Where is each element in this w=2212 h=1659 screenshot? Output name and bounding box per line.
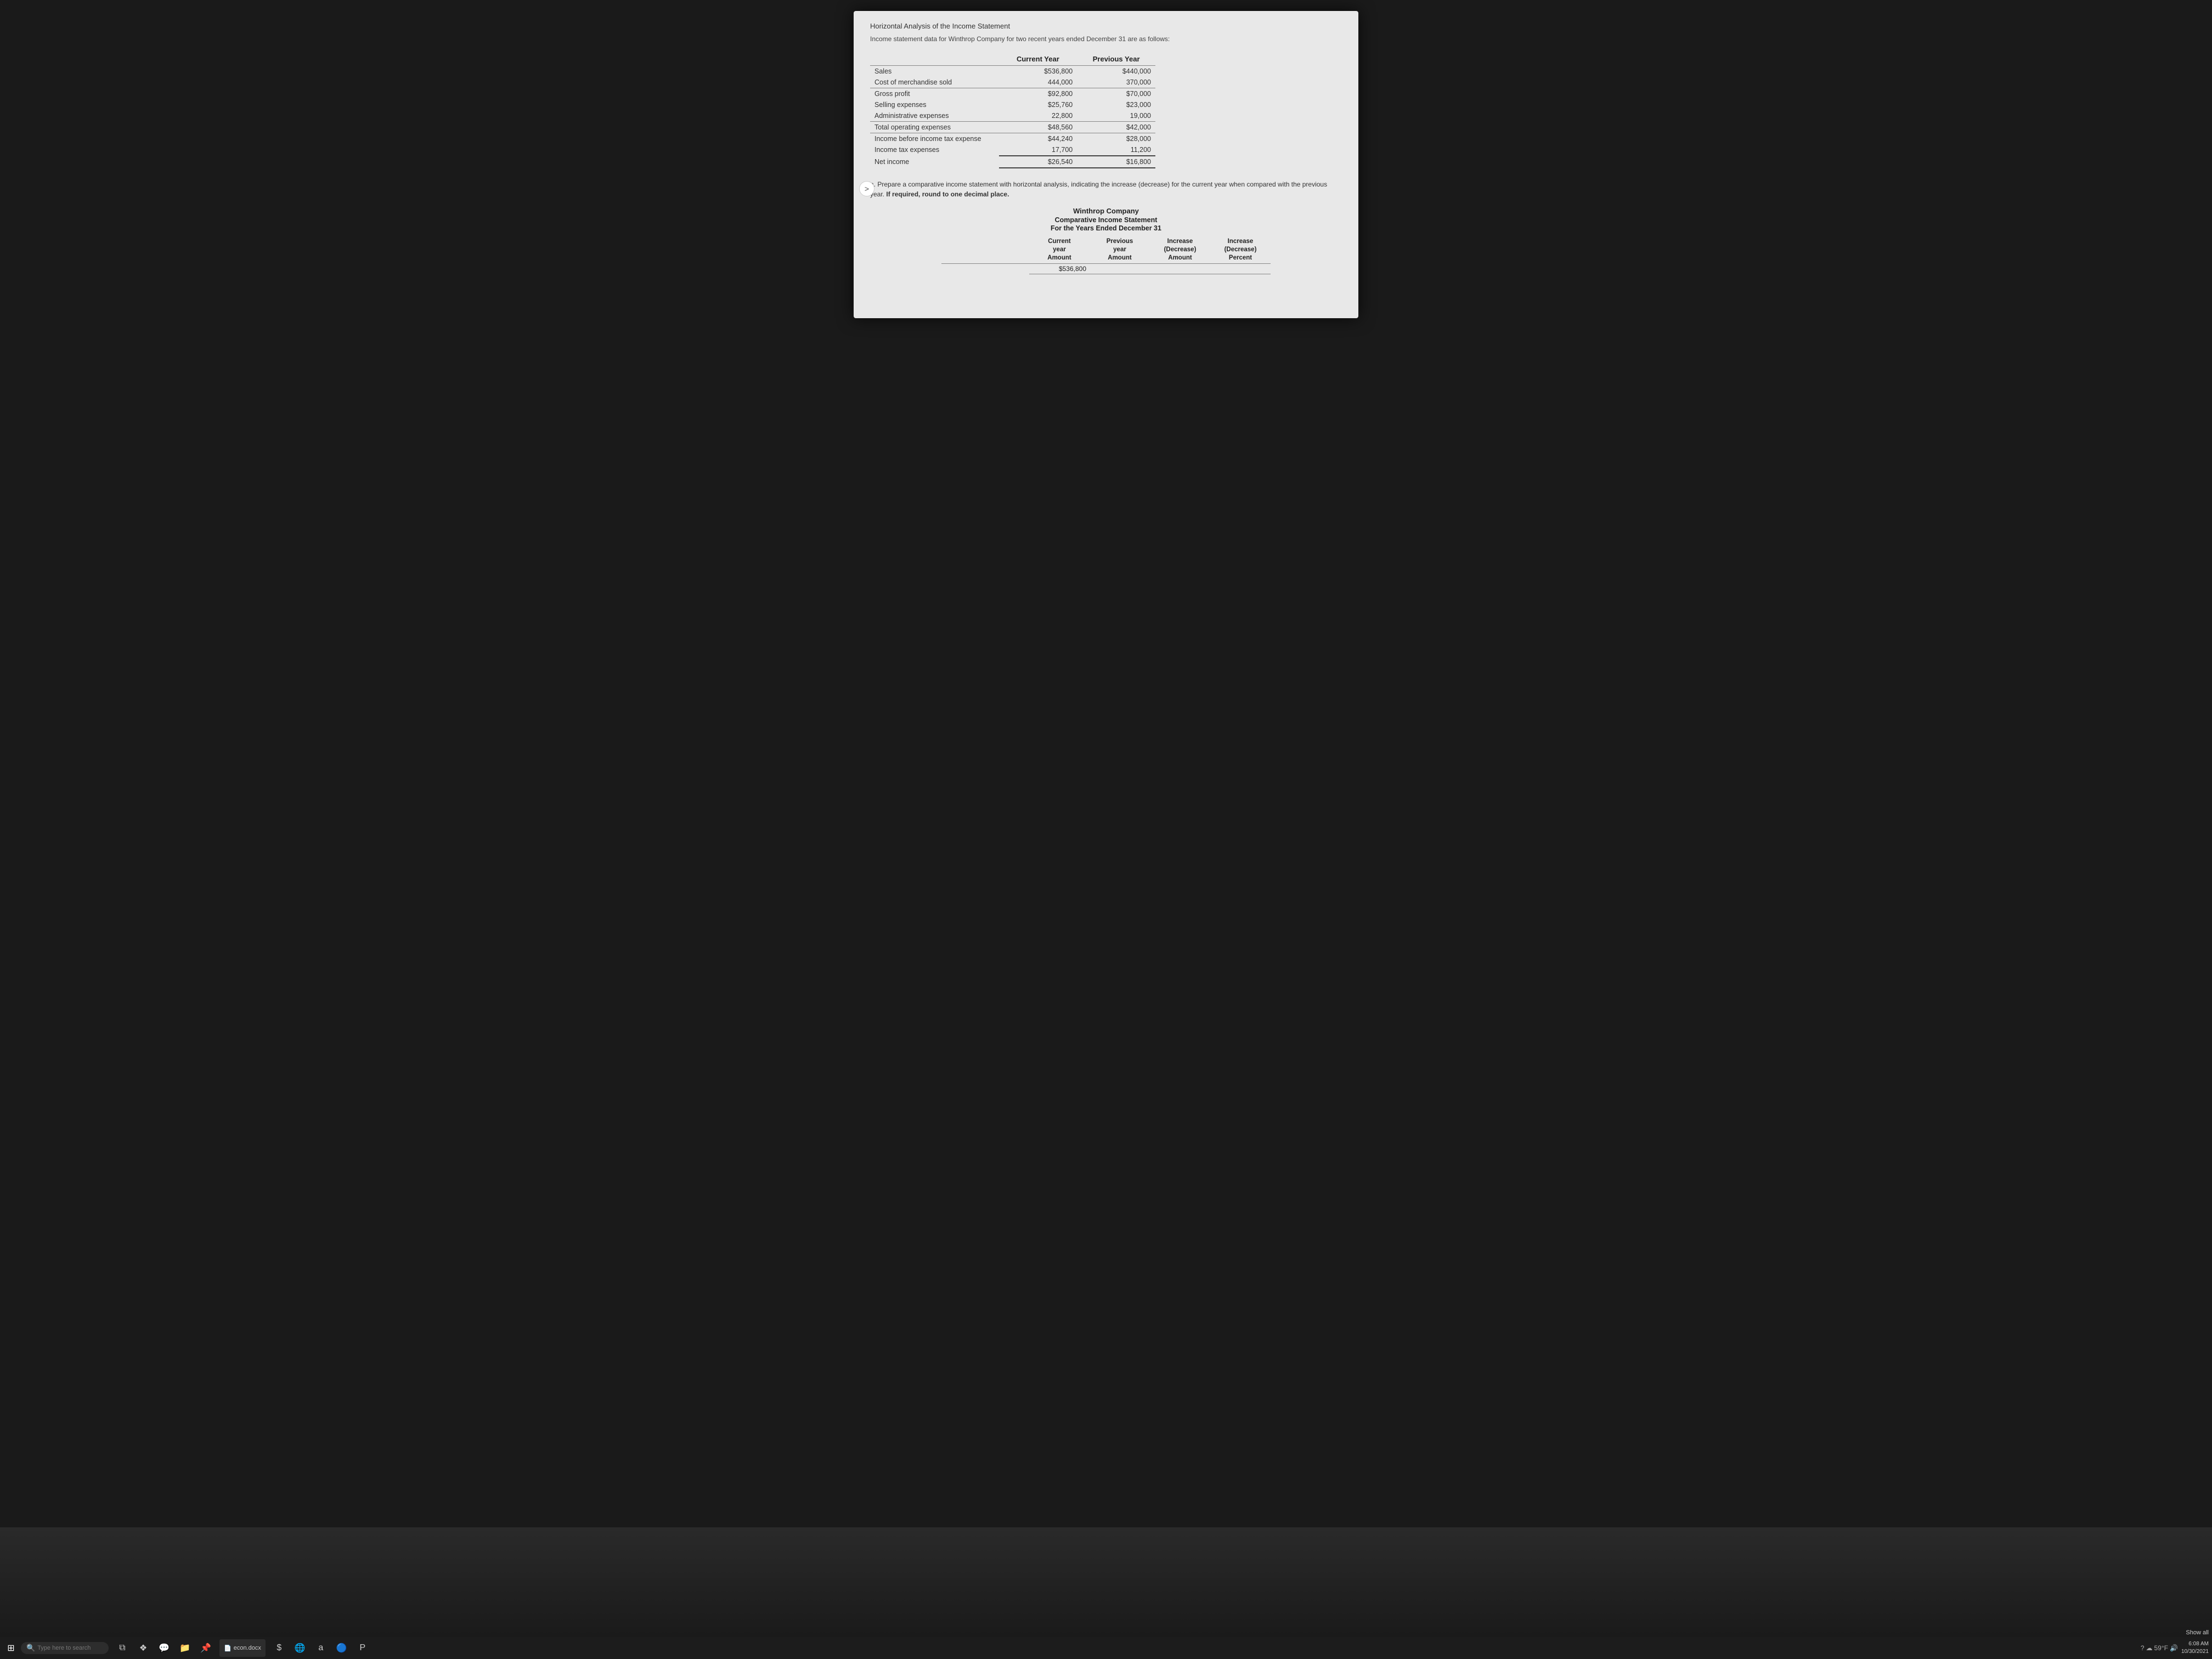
row-label-8: Net income [870, 156, 999, 168]
income-statement-table: Current Year Previous Year Sales$536,800… [870, 53, 1155, 168]
chat-button[interactable]: 💬 [155, 1639, 173, 1657]
pin6-button[interactable]: P [353, 1639, 372, 1657]
comp-col3-header: Increase(Decrease)Amount [1150, 236, 1210, 263]
search-icon: 🔍 [26, 1644, 35, 1652]
row-label-4: Administrative expenses [870, 110, 999, 122]
comp-col1-header: CurrentyearAmount [1029, 236, 1090, 263]
row-label-7: Income tax expenses [870, 144, 999, 156]
pin2-button[interactable]: $ [270, 1639, 289, 1657]
row-current-7: 17,700 [999, 144, 1077, 156]
table-row: $536,800 [941, 263, 1271, 274]
instruction-text: a. Prepare a comparative income statemen… [870, 179, 1342, 199]
row-current-1: 444,000 [999, 77, 1077, 88]
doc-icon: 📄 [224, 1645, 232, 1652]
row-current-5: $48,560 [999, 121, 1077, 133]
row-label-1: Cost of merchandise sold [870, 77, 999, 88]
comparative-section: Winthrop Company Comparative Income Stat… [870, 207, 1342, 274]
page-subtitle: Income statement data for Winthrop Compa… [870, 35, 1342, 44]
row-previous-6: $28,000 [1077, 133, 1155, 144]
comp-company: Winthrop Company [870, 207, 1342, 215]
keyboard-area [0, 1527, 2212, 1637]
clock-date: 10/30/2021 [2181, 1648, 2209, 1656]
col-label-header [870, 53, 999, 66]
search-input[interactable] [37, 1645, 103, 1651]
task-view-button[interactable]: ⧉ [113, 1639, 132, 1657]
pin1-button[interactable]: 📌 [196, 1639, 215, 1657]
row-label-0: Sales [870, 65, 999, 77]
page-title: Horizontal Analysis of the Income Statem… [870, 22, 1342, 30]
row-label-5: Total operating expenses [870, 121, 999, 133]
tray-cloud-icon: ☁ [2146, 1644, 2153, 1652]
row-label-6: Income before income tax expense [870, 133, 999, 144]
tray-help-icon: ? [2141, 1644, 2145, 1652]
row-previous-2: $70,000 [1077, 88, 1155, 99]
row-current-2: $92,800 [999, 88, 1077, 99]
comp-col2-header: PreviousyearAmount [1090, 236, 1150, 263]
col-previous-header: Previous Year [1077, 53, 1155, 66]
row-label-3: Selling expenses [870, 99, 999, 110]
tray-weather-icon: 59°F [2154, 1644, 2168, 1652]
col-current-header: Current Year [999, 53, 1077, 66]
clock-time: 6:08 AM [2181, 1640, 2209, 1648]
row-previous-0: $440,000 [1077, 65, 1155, 77]
row-current-8: $26,540 [999, 156, 1077, 168]
row-previous-5: $42,000 [1077, 121, 1155, 133]
row-previous-1: 370,000 [1077, 77, 1155, 88]
show-all-label: Show all [2186, 1629, 2209, 1636]
widgets-button[interactable]: ❖ [134, 1639, 153, 1657]
taskbar-clock: 6:08 AM 10/30/2021 [2181, 1640, 2209, 1656]
row-current-0: $536,800 [999, 65, 1077, 77]
comp-col0-header [941, 236, 1029, 263]
nav-arrow-left[interactable]: > [859, 181, 874, 196]
row-previous-8: $16,800 [1077, 156, 1155, 168]
taskbar-right: ? ☁ 59°F 🔊 6:08 AM 10/30/2021 [2141, 1640, 2209, 1656]
row-current-6: $44,240 [999, 133, 1077, 144]
open-doc-button[interactable]: 📄 econ.docx [219, 1639, 266, 1657]
comp-col4-header: Increase(Decrease)Percent [1210, 236, 1271, 263]
comp-period: For the Years Ended December 31 [870, 224, 1342, 232]
row-current-3: $25,760 [999, 99, 1077, 110]
row-current-4: 22,800 [999, 110, 1077, 122]
row-previous-4: 19,000 [1077, 110, 1155, 122]
row-previous-3: $23,000 [1077, 99, 1155, 110]
taskbar-icons: ⧉ ❖ 💬 📁 📌 📄 econ.docx $ 🌐 a 🔵 P [113, 1639, 2141, 1657]
instruction-bold: If required, round to one decimal place. [886, 190, 1009, 198]
taskbar: ⊞ 🔍 ⧉ ❖ 💬 📁 📌 📄 econ.docx $ 🌐 a 🔵 P ? ☁ … [0, 1637, 2212, 1659]
start-button[interactable]: ⊞ [3, 1640, 19, 1656]
pin5-button[interactable]: 🔵 [332, 1639, 351, 1657]
comp-statement: Comparative Income Statement [870, 216, 1342, 224]
tray-speaker-icon: 🔊 [2170, 1644, 2178, 1652]
pin3-button[interactable]: 🌐 [291, 1639, 309, 1657]
row-label-2: Gross profit [870, 88, 999, 99]
search-bar[interactable]: 🔍 [21, 1642, 109, 1654]
comparative-table: CurrentyearAmount PreviousyearAmount Inc… [941, 236, 1271, 274]
explorer-button[interactable]: 📁 [176, 1639, 194, 1657]
pin4-button[interactable]: a [312, 1639, 330, 1657]
row-previous-7: 11,200 [1077, 144, 1155, 156]
tray-icons: ? ☁ 59°F 🔊 [2141, 1644, 2178, 1652]
doc-label: econ.docx [234, 1645, 261, 1651]
